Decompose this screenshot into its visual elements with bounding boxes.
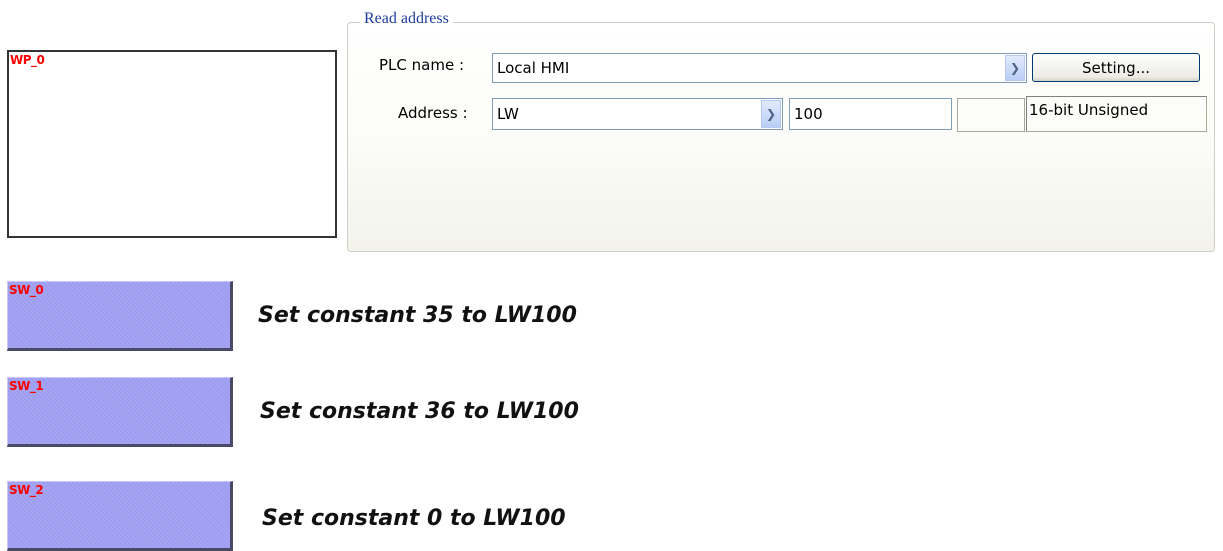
switch-caption-1: Set constant 36 to LW100 (260, 399, 579, 424)
switch-label: SW_2 (9, 483, 44, 497)
address-label: Address : (398, 104, 468, 122)
plc-name-label: PLC name : (379, 56, 465, 74)
set-word-switch-1[interactable]: SW_1 (7, 377, 233, 447)
chevron-down-icon[interactable]: ❯ (1005, 55, 1025, 81)
data-format-box: 16-bit Unsigned (1026, 96, 1207, 132)
data-format-value: 16-bit Unsigned (1029, 101, 1149, 119)
set-word-switch-2[interactable]: SW_2 (7, 481, 233, 551)
address-device-select[interactable]: LW ❯ (492, 98, 783, 130)
window-part-object[interactable]: WP_0 (7, 50, 337, 238)
read-address-title: Read address (360, 10, 453, 28)
setting-button[interactable]: Setting... (1032, 53, 1200, 82)
chevron-down-icon[interactable]: ❯ (761, 100, 781, 128)
index-register-box (957, 98, 1025, 132)
switch-label: SW_1 (9, 379, 44, 393)
address-number-input[interactable]: 100 (789, 98, 952, 130)
switch-caption-2: Set constant 0 to LW100 (262, 506, 566, 531)
window-part-label: WP_0 (10, 53, 45, 67)
address-number-value: 100 (794, 104, 823, 123)
plc-name-value: Local HMI (497, 58, 570, 77)
plc-name-select[interactable]: Local HMI ❯ (492, 53, 1027, 83)
set-word-switch-0[interactable]: SW_0 (7, 281, 233, 351)
switch-label: SW_0 (9, 283, 44, 297)
address-device-value: LW (497, 104, 519, 123)
switch-caption-0: Set constant 35 to LW100 (258, 303, 577, 328)
